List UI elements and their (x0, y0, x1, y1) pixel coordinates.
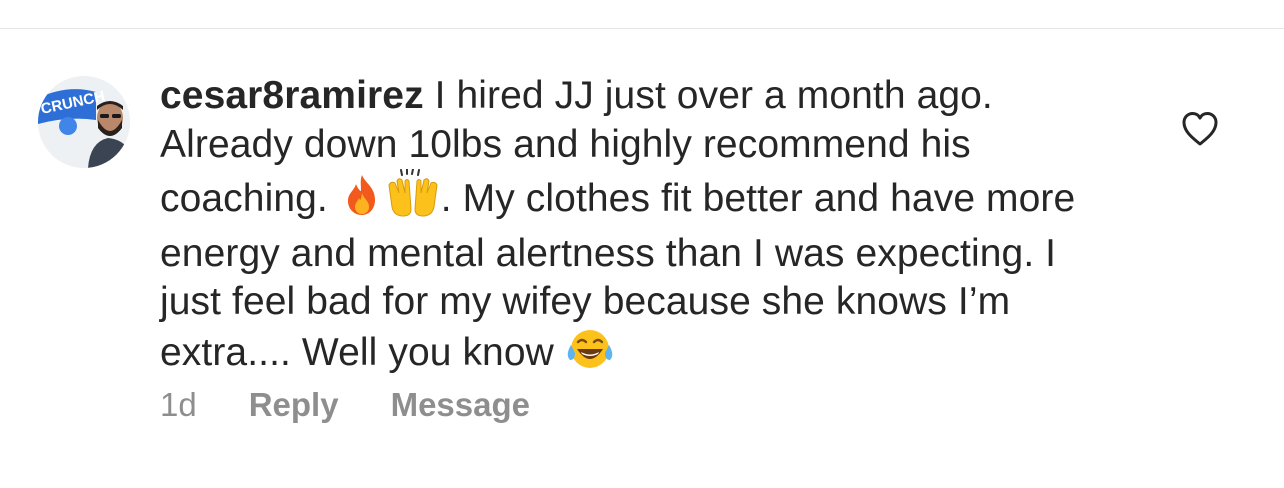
message-button[interactable]: Message (391, 386, 530, 424)
fire-emoji (339, 173, 385, 230)
comment-text: cesar8ramirez I hired JJ just over a mon… (160, 72, 1100, 383)
reply-button[interactable]: Reply (249, 386, 339, 424)
comment-timestamp: 1d (160, 386, 197, 423)
comment-body: cesar8ramirez I hired JJ just over a mon… (160, 72, 1100, 383)
comment-actions: 1d Reply Message (160, 386, 582, 424)
avatar-photo: CRUNCH (38, 76, 130, 168)
raising-hands-emoji (385, 168, 441, 230)
tears-of-joy-emoji (565, 327, 615, 384)
avatar[interactable]: CRUNCH (38, 76, 130, 168)
heart-icon (1182, 112, 1218, 146)
top-divider (0, 28, 1284, 29)
comment-username[interactable]: cesar8ramirez (160, 74, 424, 117)
like-button[interactable] (1180, 109, 1220, 149)
